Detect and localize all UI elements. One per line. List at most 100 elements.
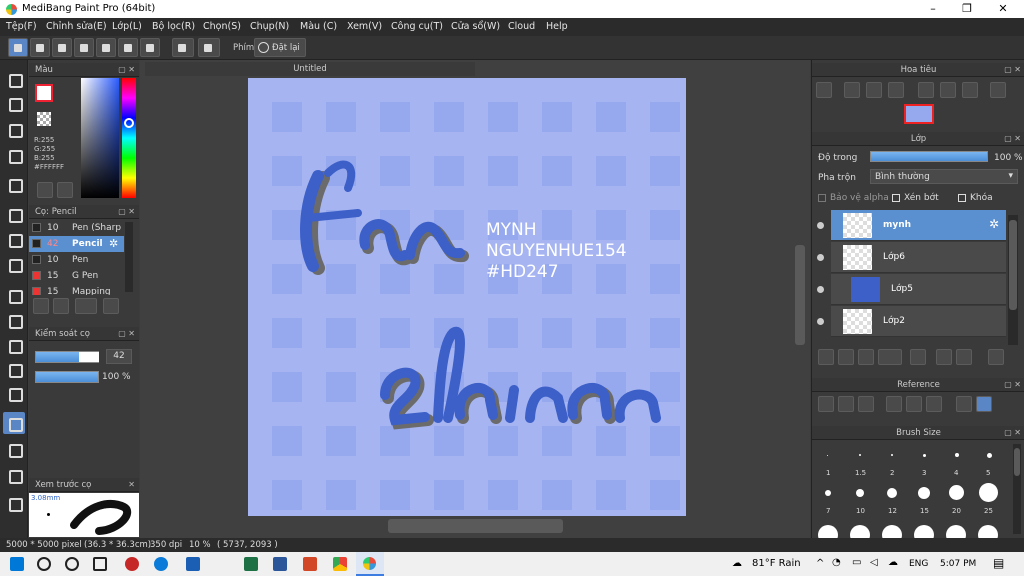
palette-add-icon[interactable] xyxy=(57,182,73,198)
palette-icon[interactable] xyxy=(37,182,53,198)
weather-text[interactable]: 81°F Rain xyxy=(752,558,801,569)
onedrive-icon[interactable]: ☁ xyxy=(888,557,898,568)
hand-icon[interactable] xyxy=(976,396,992,412)
eye-icon[interactable] xyxy=(817,254,824,261)
brush-item[interactable]: 15 G Pen xyxy=(29,268,124,284)
input-language[interactable]: ENG xyxy=(909,559,928,569)
zoom-in-icon[interactable] xyxy=(844,82,860,98)
size-dot[interactable] xyxy=(955,453,959,457)
eyedropper-icon[interactable] xyxy=(956,396,972,412)
size-dot[interactable] xyxy=(891,454,893,456)
cloud-brush-icon[interactable] xyxy=(33,298,49,314)
size-dot[interactable] xyxy=(887,488,897,498)
layer-row[interactable]: Lớp5 xyxy=(817,274,1006,305)
menu-view[interactable]: Xem(V) xyxy=(347,21,382,32)
layer-row[interactable]: Lớp6 xyxy=(817,242,1006,273)
brush-size-scrollbar[interactable] xyxy=(1013,444,1021,534)
minimize-button[interactable]: – xyxy=(916,0,950,18)
menu-help[interactable]: Help xyxy=(546,21,568,32)
artwork-canvas[interactable]: MYNH NGUYENHUE154 #HD247 xyxy=(248,78,686,516)
cortana-icon[interactable] xyxy=(65,557,79,571)
brush-item[interactable]: 10 Pen (Sharp xyxy=(29,220,124,236)
zoom-out-icon[interactable] xyxy=(888,82,904,98)
select-tool-icon[interactable] xyxy=(3,284,25,306)
open-folder-icon[interactable] xyxy=(838,396,854,412)
new-8bit-layer-icon[interactable] xyxy=(858,349,874,365)
menu-cloud[interactable]: Cloud xyxy=(508,21,535,32)
clipping-checkbox[interactable] xyxy=(892,194,900,202)
zoom-in-icon[interactable] xyxy=(886,396,902,412)
add-brush-icon[interactable] xyxy=(75,298,97,314)
battery-icon[interactable]: ▭ xyxy=(852,557,861,568)
panel-controls-icon[interactable]: ▢ ✕ xyxy=(1004,132,1021,146)
hue-handle[interactable] xyxy=(124,118,134,128)
cloud-icon[interactable] xyxy=(8,38,28,57)
excel-icon[interactable] xyxy=(244,557,258,571)
operation-tool-icon[interactable] xyxy=(3,438,25,460)
zoom-actual-icon[interactable] xyxy=(816,82,832,98)
menu-tools[interactable]: Công cụ(T) xyxy=(391,21,443,32)
comic-icon[interactable] xyxy=(96,38,116,57)
speech-bubble-icon[interactable] xyxy=(52,38,72,57)
panel-controls-icon[interactable]: ▢ ✕ xyxy=(1004,378,1021,392)
store-icon[interactable] xyxy=(186,557,200,571)
move-tool-icon[interactable] xyxy=(3,173,25,195)
size-dot[interactable] xyxy=(859,454,861,456)
size-dot[interactable] xyxy=(856,489,864,497)
medibang-taskbar-button[interactable] xyxy=(356,552,384,576)
app-icon-1[interactable] xyxy=(125,557,139,571)
menu-file[interactable]: Tệp(F) xyxy=(6,21,37,32)
size-dot[interactable] xyxy=(827,455,828,456)
powerpoint-icon[interactable] xyxy=(303,557,317,571)
size-dot[interactable] xyxy=(979,483,998,502)
grid-icon[interactable] xyxy=(140,38,160,57)
close-button[interactable]: ✕ xyxy=(986,0,1020,18)
brush-item[interactable]: 10 Pen xyxy=(29,252,124,268)
gear-icon[interactable]: ✲ xyxy=(989,217,999,231)
eye-icon[interactable] xyxy=(817,286,824,293)
brush-item[interactable]: 15 Mapping Pe xyxy=(29,284,124,295)
list-icon[interactable] xyxy=(118,38,138,57)
eye-icon[interactable] xyxy=(817,222,824,229)
saturation-value-picker[interactable] xyxy=(81,78,119,198)
brush-settings-icon[interactable] xyxy=(103,298,119,314)
protect-alpha-checkbox[interactable] xyxy=(818,194,826,202)
blend-mode-select[interactable]: Bình thường ▾ xyxy=(870,169,1018,184)
flip-icon[interactable] xyxy=(990,82,1006,98)
brush-opacity-slider[interactable] xyxy=(35,371,99,383)
notification-icon[interactable]: ▤ xyxy=(993,556,1004,570)
rotate-left-icon[interactable] xyxy=(918,82,934,98)
brush-size-slider[interactable] xyxy=(35,351,99,363)
weather-icon[interactable]: ☁ xyxy=(732,558,742,569)
new-brush-icon[interactable] xyxy=(53,298,69,314)
menu-layer[interactable]: Lớp(L) xyxy=(112,21,142,32)
close-icon[interactable] xyxy=(858,396,874,412)
task-view-icon[interactable] xyxy=(93,557,107,571)
windows-start-icon[interactable] xyxy=(10,557,24,571)
panel-controls-icon[interactable]: ▢ ✕ xyxy=(118,327,135,341)
fullscreen-icon[interactable] xyxy=(940,82,956,98)
panel-controls-icon[interactable]: ✕ xyxy=(128,478,135,492)
zoom-out-icon[interactable] xyxy=(926,396,942,412)
wifi-icon[interactable]: ◔ xyxy=(832,557,841,568)
blur-tool-icon[interactable] xyxy=(3,464,25,486)
folder-icon[interactable] xyxy=(910,349,926,365)
edge-icon[interactable] xyxy=(154,557,168,571)
eye-icon[interactable] xyxy=(817,318,824,325)
duplicate-layer-icon[interactable] xyxy=(936,349,952,365)
select-pen-tool-icon[interactable] xyxy=(3,358,25,380)
layer-scrollbar[interactable] xyxy=(1008,215,1018,345)
panel-controls-icon[interactable]: ▢ ✕ xyxy=(118,63,135,77)
menu-capture[interactable]: Chụp(N) xyxy=(250,21,289,32)
gradient-tool-icon[interactable] xyxy=(3,253,25,275)
chrome-icon[interactable] xyxy=(333,557,347,571)
search-icon[interactable] xyxy=(37,557,51,571)
undo-icon[interactable] xyxy=(172,38,194,57)
magic-wand-tool-icon[interactable] xyxy=(3,334,25,356)
pen-tool-icon[interactable] xyxy=(3,144,25,166)
cloud-icon[interactable] xyxy=(818,396,834,412)
chevron-up-icon[interactable]: ^ xyxy=(816,558,824,569)
panel-icon[interactable] xyxy=(74,38,94,57)
size-dot[interactable] xyxy=(987,453,992,458)
redo-icon[interactable] xyxy=(198,38,220,57)
